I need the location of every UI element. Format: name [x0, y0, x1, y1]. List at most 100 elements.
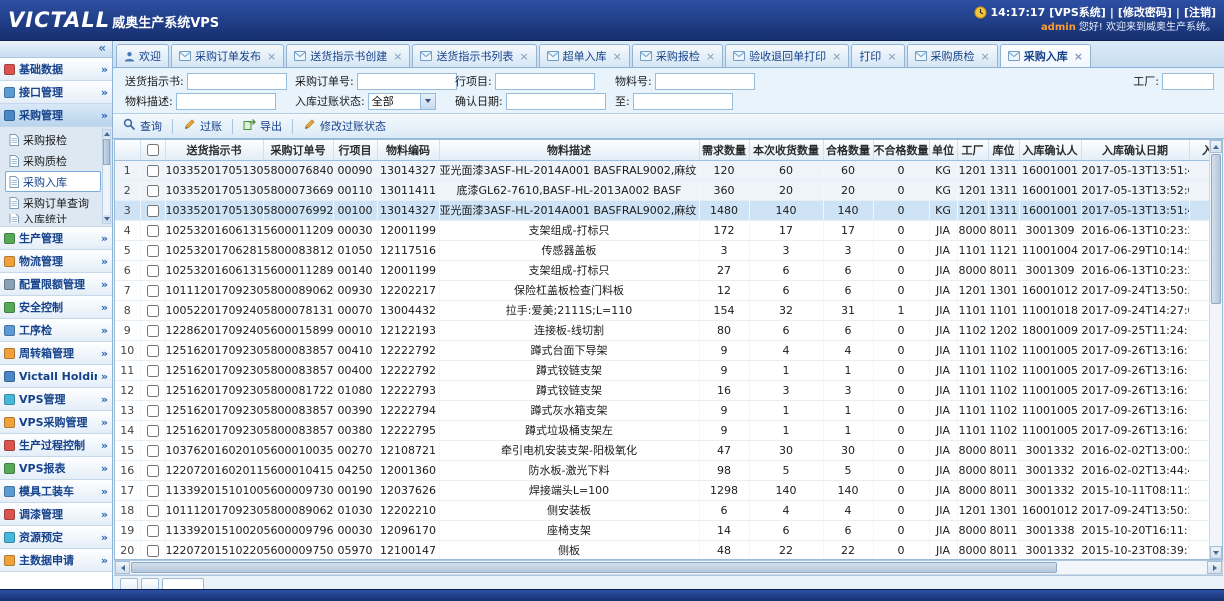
table-row[interactable]: 1412516201709230658000838570038012222795…: [115, 420, 1209, 440]
tab-2[interactable]: 送货指示书创建×: [286, 44, 410, 67]
row-checkbox[interactable]: [147, 205, 159, 217]
table-row[interactable]: 510253201706281458000838120105012117516传…: [115, 240, 1209, 260]
sidebar-item-16[interactable]: 资源预定»: [0, 526, 112, 549]
export-button[interactable]: 导出: [239, 116, 286, 136]
logout-link[interactable]: [注销]: [1184, 5, 1216, 20]
submenu-scroll-thumb[interactable]: [103, 139, 110, 165]
vertical-scroll-thumb[interactable]: [1211, 154, 1221, 304]
tab-close-icon[interactable]: ×: [613, 50, 622, 63]
table-row[interactable]: 1112516201709230658000838570040012222792…: [115, 360, 1209, 380]
posting-status-select[interactable]: 全部: [368, 93, 436, 110]
confirm-date-to-input[interactable]: [633, 93, 733, 110]
sidebar-collapse-button[interactable]: «: [0, 41, 112, 58]
sidebar-subitem-2-1[interactable]: 采购质检: [5, 150, 101, 171]
vertical-scroll-track[interactable]: [1210, 153, 1222, 546]
column-header[interactable]: 入库确认日期: [1081, 140, 1189, 160]
table-row[interactable]: 410253201606131156000112090003012001199支…: [115, 220, 1209, 240]
row-checkbox[interactable]: [147, 285, 159, 297]
vertical-scrollbar[interactable]: [1209, 140, 1222, 559]
column-header[interactable]: 单位: [929, 140, 957, 160]
confirm-date-from-input[interactable]: [506, 93, 606, 110]
sidebar-item-4[interactable]: 物流管理»: [0, 250, 112, 273]
tab-3[interactable]: 送货指示书列表×: [412, 44, 536, 67]
row-checkbox[interactable]: [147, 425, 159, 437]
row-checkbox[interactable]: [147, 365, 159, 377]
table-row[interactable]: 1312516201709230658000838570039012222794…: [115, 400, 1209, 420]
table-row[interactable]: 912286201709240756000158990001012122193连…: [115, 320, 1209, 340]
pager-page-input[interactable]: [162, 578, 204, 589]
tab-7[interactable]: 打印×: [851, 44, 904, 67]
sidebar-item-6[interactable]: 安全控制»: [0, 296, 112, 319]
table-row[interactable]: 710111201709230258000890620093012202217保…: [115, 280, 1209, 300]
post-button[interactable]: 过账: [179, 116, 226, 136]
tab-close-icon[interactable]: ×: [519, 50, 528, 63]
tab-close-icon[interactable]: ×: [887, 50, 896, 63]
sidebar-subitem-2-3[interactable]: 采购订单查询: [5, 192, 101, 213]
sidebar-item-8[interactable]: 周转箱管理»: [0, 342, 112, 365]
row-checkbox[interactable]: [147, 405, 159, 417]
delivery-note-input[interactable]: [187, 73, 287, 90]
line-item-input[interactable]: [495, 73, 595, 90]
horizontal-scroll-track[interactable]: [130, 561, 1207, 574]
material-desc-input[interactable]: [176, 93, 276, 110]
scroll-left-icon[interactable]: [115, 561, 130, 574]
column-header[interactable]: 入库过账: [1189, 140, 1209, 160]
tab-close-icon[interactable]: ×: [393, 50, 402, 63]
material-no-input[interactable]: [655, 73, 755, 90]
horizontal-scrollbar[interactable]: [114, 560, 1223, 575]
row-checkbox[interactable]: [147, 325, 159, 337]
sidebar-item-1[interactable]: 接口管理»: [0, 81, 112, 104]
column-header[interactable]: 需求数量: [699, 140, 749, 160]
row-checkbox[interactable]: [147, 165, 159, 177]
tab-0[interactable]: 欢迎: [116, 44, 169, 67]
row-checkbox[interactable]: [147, 465, 159, 477]
sidebar-item-3[interactable]: 生产管理»: [0, 227, 112, 250]
change-password-link[interactable]: [修改密码]: [1118, 5, 1172, 20]
row-checkbox[interactable]: [147, 345, 159, 357]
table-row[interactable]: 1510376201602010156000100350027012108721…: [115, 440, 1209, 460]
row-checkbox[interactable]: [147, 385, 159, 397]
horizontal-scroll-thumb[interactable]: [131, 562, 1057, 573]
tab-close-icon[interactable]: ×: [832, 50, 841, 63]
row-checkbox[interactable]: [147, 505, 159, 517]
sidebar-subitem-2-4[interactable]: 入库统计: [5, 213, 101, 224]
row-checkbox[interactable]: [147, 245, 159, 257]
tab-close-icon[interactable]: ×: [706, 50, 715, 63]
table-row[interactable]: 1012516201709230658000838570041012222792…: [115, 340, 1209, 360]
sidebar-item-15[interactable]: 调漆管理»: [0, 503, 112, 526]
scroll-down-icon[interactable]: [1210, 546, 1222, 559]
row-checkbox[interactable]: [147, 305, 159, 317]
vps-system-link[interactable]: [VPS系统]: [1049, 5, 1106, 20]
column-header[interactable]: 不合格数量: [873, 140, 929, 160]
sidebar-item-14[interactable]: 模具工装车»: [0, 480, 112, 503]
table-row[interactable]: 110335201705130158000768400009013014327亚…: [115, 160, 1209, 180]
row-checkbox[interactable]: [147, 225, 159, 237]
sidebar-item-7[interactable]: 工序检»: [0, 319, 112, 342]
sidebar-item-0[interactable]: 基础数据»: [0, 58, 112, 81]
row-checkbox[interactable]: [147, 525, 159, 537]
column-header[interactable]: 物料编码: [377, 140, 439, 160]
submenu-scrollbar[interactable]: [102, 129, 111, 224]
column-header[interactable]: 物料描述: [439, 140, 699, 160]
table-row[interactable]: 1612207201602011556000104150425012001360…: [115, 460, 1209, 480]
table-row[interactable]: 310335201705130158000769920010013014327亚…: [115, 200, 1209, 220]
tab-close-icon[interactable]: ×: [267, 50, 276, 63]
sidebar-item-13[interactable]: VPS报表»: [0, 457, 112, 480]
sidebar-item-11[interactable]: VPS采购管理»: [0, 411, 112, 434]
sidebar-item-10[interactable]: VPS管理»: [0, 388, 112, 411]
modify-posting-status-button[interactable]: 修改过账状态: [299, 116, 390, 136]
table-row[interactable]: 610253201606131156000112890014012001199支…: [115, 260, 1209, 280]
tab-close-icon[interactable]: ×: [981, 50, 990, 63]
table-row[interactable]: 1212516201709230658000817220108012222793…: [115, 380, 1209, 400]
pager-prev-button[interactable]: [141, 578, 159, 589]
submenu-scroll-down-icon[interactable]: [103, 215, 110, 223]
scroll-up-icon[interactable]: [1210, 140, 1222, 153]
table-row[interactable]: 1911339201510020256000097960003012096170…: [115, 520, 1209, 540]
tab-6[interactable]: 验收退回单打印×: [725, 44, 849, 67]
sidebar-item-17[interactable]: 主数据申请»: [0, 549, 112, 572]
column-header[interactable]: 送货指示书: [165, 140, 263, 160]
table-row[interactable]: 1810111201709230258000890620103012202210…: [115, 500, 1209, 520]
submenu-scroll-up-icon[interactable]: [103, 130, 110, 138]
sidebar-item-12[interactable]: 生产过程控制»: [0, 434, 112, 457]
row-checkbox[interactable]: [147, 445, 159, 457]
